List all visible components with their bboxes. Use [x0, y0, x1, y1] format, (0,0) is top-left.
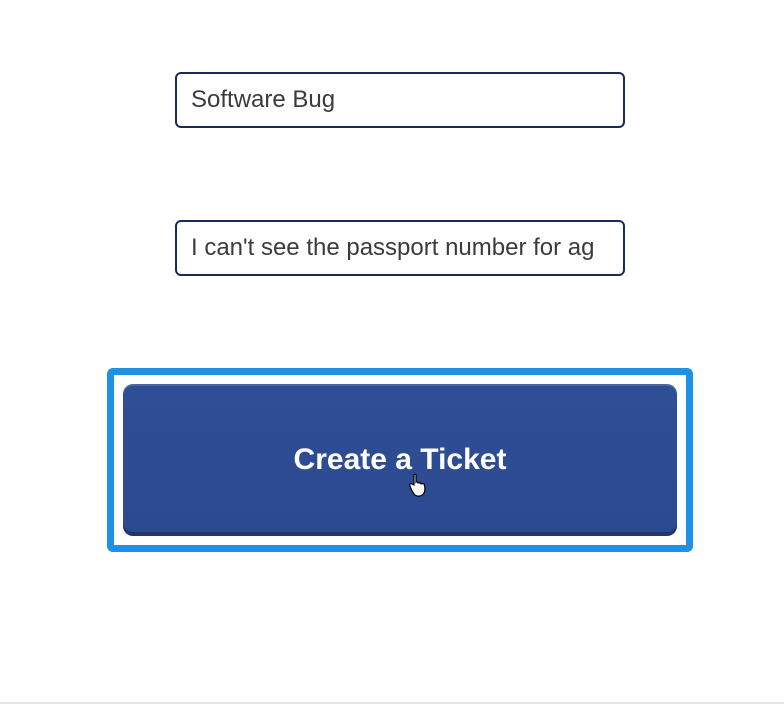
ticket-description-input[interactable]: [175, 220, 625, 276]
create-ticket-button[interactable]: Create a Ticket: [123, 384, 677, 536]
ticket-subject-input[interactable]: [175, 72, 625, 128]
create-ticket-highlight: Create a Ticket: [107, 368, 693, 552]
